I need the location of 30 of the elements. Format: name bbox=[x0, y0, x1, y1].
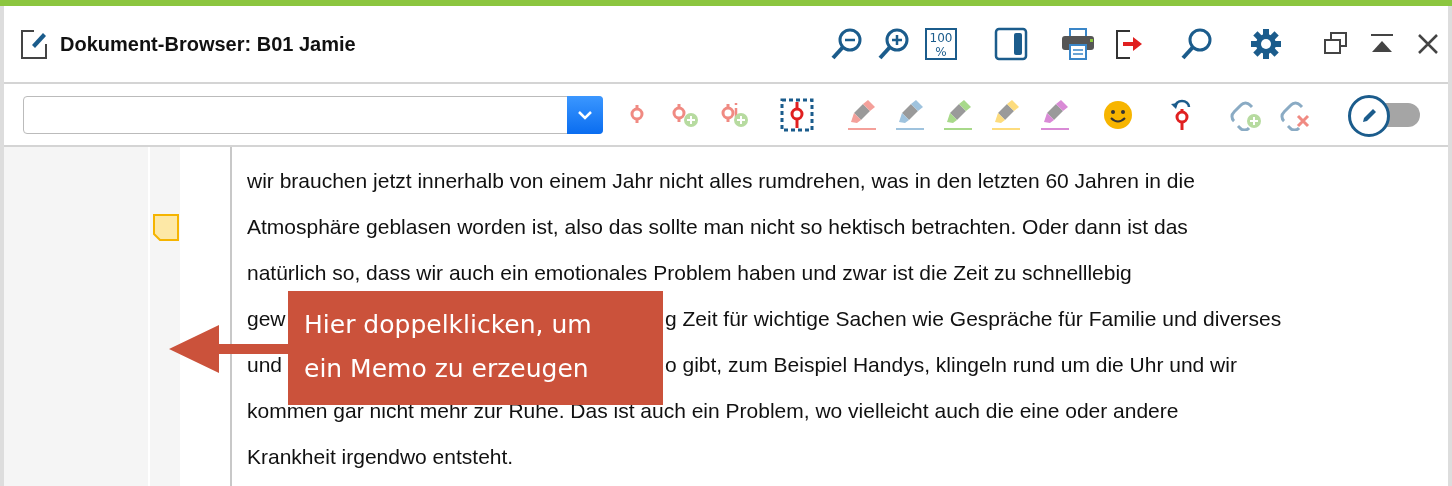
document-text: Krankheit irgendwo entsteht. bbox=[247, 445, 514, 469]
callout-text: Hier doppelklicken, um ein Memo zu erzeugen bbox=[288, 291, 663, 405]
document-text: wir brauchen jetzt innerhalb von einem Jahr nicht alles rumdrehen, was in den letzten 60 Jahren in die bbox=[247, 169, 1195, 193]
document-text: o gibt, zum Beispiel Handys, klingeln rund um die Uhr und wir bbox=[665, 353, 1237, 377]
pencil-icon bbox=[1360, 106, 1378, 125]
caret-icon bbox=[577, 109, 593, 120]
document-text: Atmosphäre geblasen worden ist, also das sollte man nicht so hektisch betrachten. Oder dann ist das bbox=[247, 215, 1188, 239]
zoom-out-icon[interactable] bbox=[830, 27, 864, 61]
highlighter-icon[interactable] bbox=[1039, 98, 1071, 131]
printer-icon[interactable] bbox=[1060, 27, 1096, 61]
document-text: und bbox=[247, 353, 283, 377]
settings-icon[interactable] bbox=[1249, 27, 1283, 61]
panel-icon[interactable] bbox=[994, 27, 1028, 61]
highlighter-icon[interactable] bbox=[894, 98, 926, 131]
document-text: g Zeit für wichtige Sachen wie Gespräche für Familie und diverses bbox=[665, 307, 1282, 331]
highlighter-icon[interactable] bbox=[990, 98, 1022, 131]
edit-document-icon bbox=[20, 28, 48, 60]
document-text: natürlich so, dass wir auch ein emotionales Problem haben und zwar ist die Zeit zu schnelllebig bbox=[247, 261, 1132, 285]
code-dropdown[interactable] bbox=[23, 95, 603, 134]
highlighter-icon[interactable] bbox=[942, 98, 974, 131]
link-add-icon[interactable] bbox=[1228, 98, 1264, 131]
smiley-icon[interactable] bbox=[1102, 98, 1134, 131]
search-icon[interactable] bbox=[1180, 27, 1214, 61]
window-title: Dokument-Browser: B01 Jamie bbox=[60, 32, 357, 56]
code-selection-icon[interactable] bbox=[780, 97, 814, 132]
highlighter-icon[interactable] bbox=[846, 98, 878, 131]
dropdown-button[interactable] bbox=[567, 95, 603, 134]
zoom-in-icon[interactable] bbox=[877, 27, 911, 61]
document-text: gew bbox=[247, 307, 286, 331]
zoom-100-icon[interactable]: 100 % bbox=[924, 27, 958, 61]
